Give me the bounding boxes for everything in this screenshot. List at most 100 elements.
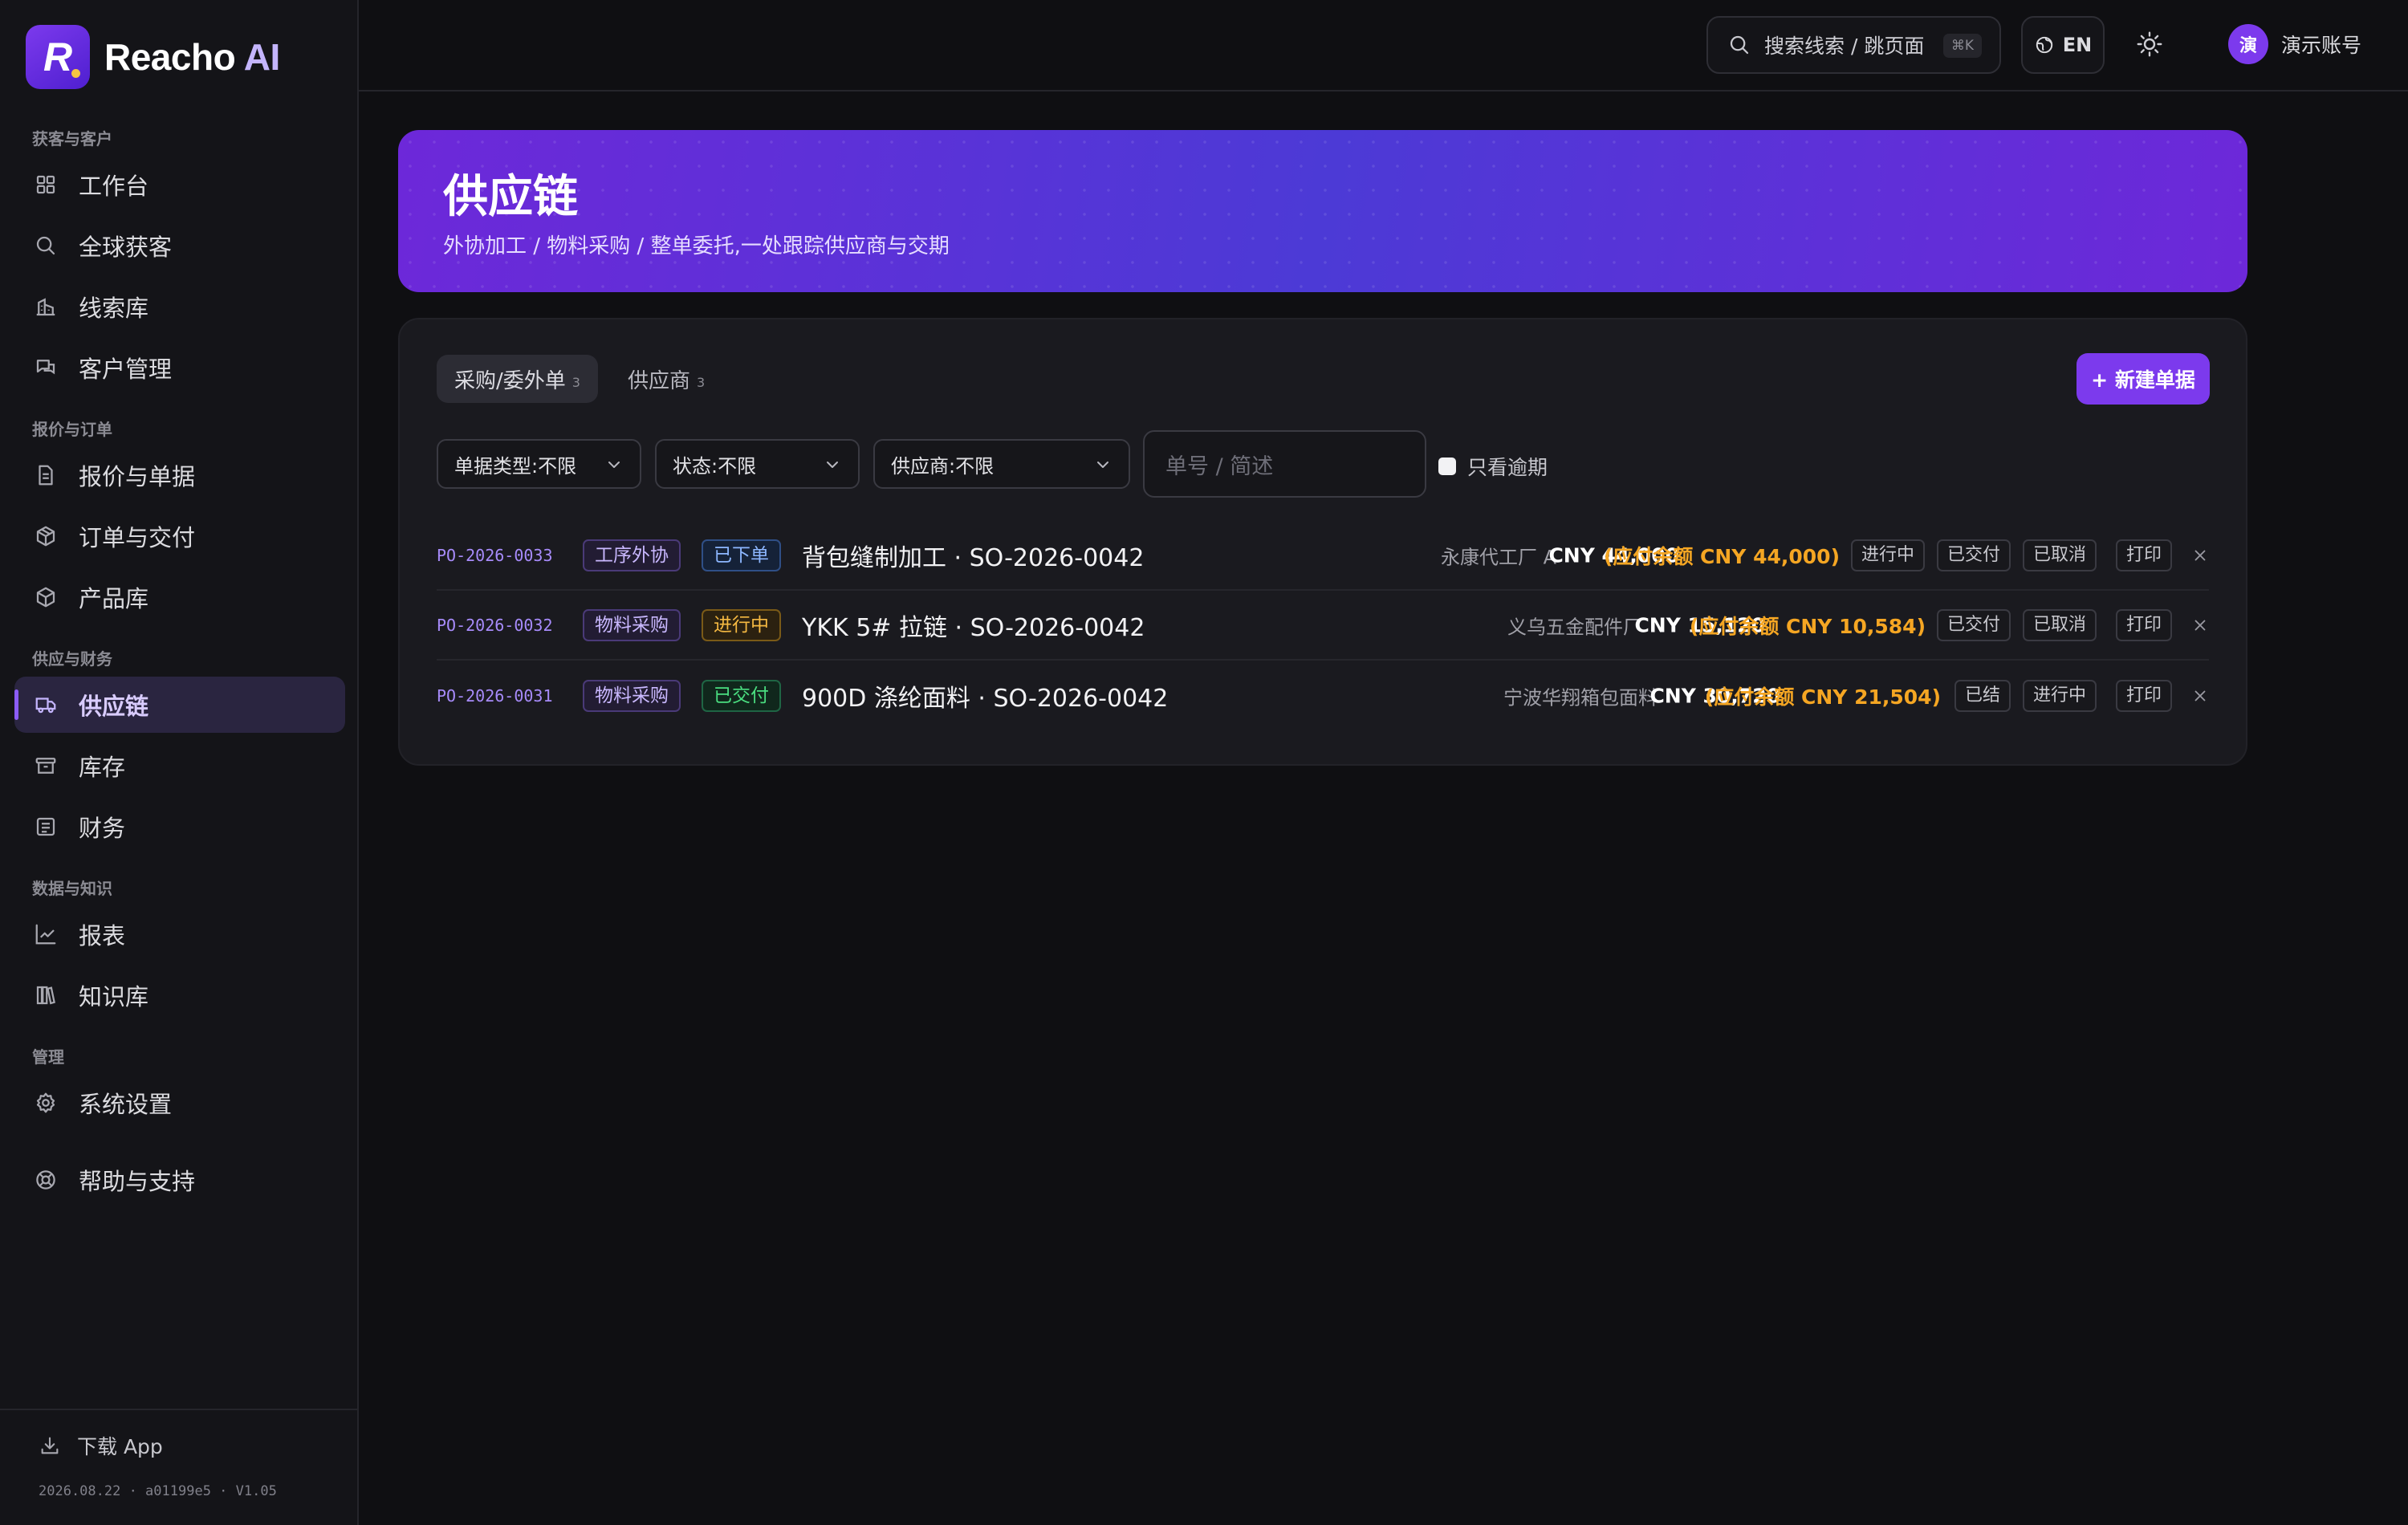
nav-group-title: 获客与客户 <box>32 129 112 148</box>
search-shortcut: ⌘K <box>1942 34 1982 58</box>
sidebar-item-finance[interactable]: 财务 <box>14 799 345 855</box>
sidebar-item-label: 帮助与支持 <box>79 1168 196 1195</box>
po-code[interactable]: PO-2026-0031 <box>437 686 553 706</box>
order-title[interactable]: YKK 5# 拉链 · SO-2026-0042 <box>802 608 1145 643</box>
globe-icon <box>2034 35 2055 55</box>
sidebar: R Reacho AI 获客与客户 工作台 全球获客 线索库 客户管理 报价与订… <box>0 0 359 1525</box>
type-tag: 工序外协 <box>583 539 681 571</box>
sun-icon <box>2135 30 2164 59</box>
tab-purchase-orders[interactable]: 采购/委外单 3 <box>437 355 598 403</box>
gear-icon <box>34 1091 58 1115</box>
account-menu[interactable]: 演 演示账号 <box>2228 24 2361 64</box>
order-title[interactable]: 900D 涤纶面料 · SO-2026-0042 <box>802 678 1168 714</box>
sidebar-item-label: 客户管理 <box>79 356 173 383</box>
print-button[interactable]: 打印 <box>2115 539 2172 571</box>
sidebar-item-label: 供应链 <box>79 693 149 720</box>
mark-settled-button[interactable]: 已结 <box>1954 680 2011 712</box>
mark-delivered-button[interactable]: 已交付 <box>1936 609 2011 641</box>
mark-cancelled-button[interactable]: 已取消 <box>2022 609 2097 641</box>
sidebar-item-quotes[interactable]: 报价与单据 <box>14 447 345 503</box>
po-code[interactable]: PO-2026-0033 <box>437 546 553 565</box>
mark-in-progress-button[interactable]: 进行中 <box>1850 539 1925 571</box>
sidebar-item-label: 库存 <box>79 754 126 781</box>
global-search-button[interactable]: 搜索线索 / 跳页面 ⌘K <box>1706 16 2001 74</box>
sidebar-item-leads[interactable]: 线索库 <box>14 279 345 335</box>
print-button[interactable]: 打印 <box>2115 609 2172 641</box>
overdue-filter[interactable]: 只看逾期 <box>1438 452 1548 481</box>
sidebar-item-label: 知识库 <box>79 983 149 1011</box>
theme-toggle-button[interactable] <box>2135 30 2164 59</box>
table-row[interactable]: PO-2026-0032 物料采购 进行中 YKK 5# 拉链 · SO-202… <box>437 592 2209 661</box>
close-icon[interactable] <box>2191 616 2209 634</box>
supplier-name: 永康代工厂 A <box>1440 546 1556 569</box>
nav-group-title: 管理 <box>32 1047 64 1067</box>
order-title[interactable]: 背包缝制加工 · SO-2026-0042 <box>802 538 1144 573</box>
sidebar-item-workbench[interactable]: 工作台 <box>14 157 345 213</box>
status-badge: 已下单 <box>702 539 781 571</box>
mark-delivered-button[interactable]: 已交付 <box>1936 539 2011 571</box>
chevron-down-icon <box>823 455 842 474</box>
nav-group-title: 报价与订单 <box>32 420 112 439</box>
sidebar-item-label: 财务 <box>79 815 126 842</box>
language-toggle-button[interactable]: EN <box>2021 16 2105 74</box>
sidebar-item-supply-chain[interactable]: 供应链 <box>14 677 345 733</box>
mark-in-progress-button[interactable]: 进行中 <box>2022 680 2097 712</box>
status-filter[interactable]: 状态:不限 <box>655 439 860 489</box>
po-code[interactable]: PO-2026-0032 <box>437 616 553 635</box>
mark-cancelled-button[interactable]: 已取消 <box>2022 539 2097 571</box>
download-app-link[interactable]: 下载 App <box>39 1431 163 1460</box>
sidebar-item-reports[interactable]: 报表 <box>14 906 345 962</box>
brand[interactable]: R Reacho AI <box>26 24 280 90</box>
sidebar-item-label: 产品库 <box>79 585 149 612</box>
sidebar-item-products[interactable]: 产品库 <box>14 569 345 625</box>
version-info: 2026.08.22 · a01199e5 · V1.05 <box>39 1483 277 1499</box>
overdue-label: 只看逾期 <box>1467 456 1548 479</box>
page-subtitle: 外协加工 / 物料采购 / 整单委托,一处跟踪供应商与交期 <box>443 234 950 258</box>
sidebar-item-label: 全球获客 <box>79 234 173 261</box>
language-label: EN <box>2062 34 2093 56</box>
overdue-checkbox[interactable] <box>1438 458 1456 475</box>
avatar: 演 <box>2228 24 2268 64</box>
building-icon <box>34 295 58 319</box>
order-search-input[interactable]: 单号 / 简述 <box>1143 430 1426 498</box>
search-placeholder: 单号 / 简述 <box>1165 453 1274 479</box>
tab-count: 3 <box>571 374 580 390</box>
archive-icon <box>34 754 58 778</box>
box-icon <box>34 585 58 609</box>
new-document-button[interactable]: + 新建单据 <box>2076 353 2210 405</box>
brand-name: Reacho AI <box>104 35 280 79</box>
table-row[interactable]: PO-2026-0031 物料采购 已交付 900D 涤纶面料 · SO-202… <box>437 661 2209 730</box>
sidebar-item-inventory[interactable]: 库存 <box>14 738 345 794</box>
sidebar-item-customers[interactable]: 客户管理 <box>14 340 345 396</box>
filter-value: 单据类型:不限 <box>454 454 577 478</box>
print-button[interactable]: 打印 <box>2115 680 2172 712</box>
payable-balance: (应付余额 CNY 10,584) <box>1689 615 1926 638</box>
supplier-name: 义乌五金配件厂 <box>1507 616 1642 639</box>
sidebar-item-label: 报价与单据 <box>79 463 196 490</box>
sidebar-item-global-acquisition[interactable]: 全球获客 <box>14 218 345 274</box>
logo-dot <box>71 69 80 78</box>
sidebar-item-label: 工作台 <box>79 173 149 200</box>
document-icon <box>34 463 58 487</box>
sidebar-item-label: 报表 <box>79 922 126 950</box>
chat-icon <box>34 356 58 380</box>
receipt-icon <box>34 815 58 839</box>
status-badge: 进行中 <box>702 609 781 641</box>
doc-type-filter[interactable]: 单据类型:不限 <box>437 439 641 489</box>
sidebar-item-settings[interactable]: 系统设置 <box>14 1075 345 1131</box>
type-tag: 物料采购 <box>583 609 681 641</box>
tab-label: 供应商 <box>628 368 691 393</box>
page-banner: 供应链 外协加工 / 物料采购 / 整单委托,一处跟踪供应商与交期 <box>398 130 2247 292</box>
sidebar-item-orders[interactable]: 订单与交付 <box>14 508 345 564</box>
sidebar-item-knowledge[interactable]: 知识库 <box>14 967 345 1023</box>
download-icon <box>39 1434 61 1457</box>
tab-suppliers[interactable]: 供应商 3 <box>610 355 722 403</box>
nav-group-title: 供应与财务 <box>32 649 112 669</box>
filter-value: 供应商:不限 <box>891 454 995 478</box>
sidebar-item-help[interactable]: 帮助与支持 <box>14 1152 345 1208</box>
table-row[interactable]: PO-2026-0033 工序外协 已下单 背包缝制加工 · SO-2026-0… <box>437 522 2209 591</box>
close-icon[interactable] <box>2191 547 2209 564</box>
supplier-name: 宁波华翔箱包面料 <box>1503 686 1658 710</box>
supplier-filter[interactable]: 供应商:不限 <box>873 439 1130 489</box>
close-icon[interactable] <box>2191 687 2209 705</box>
